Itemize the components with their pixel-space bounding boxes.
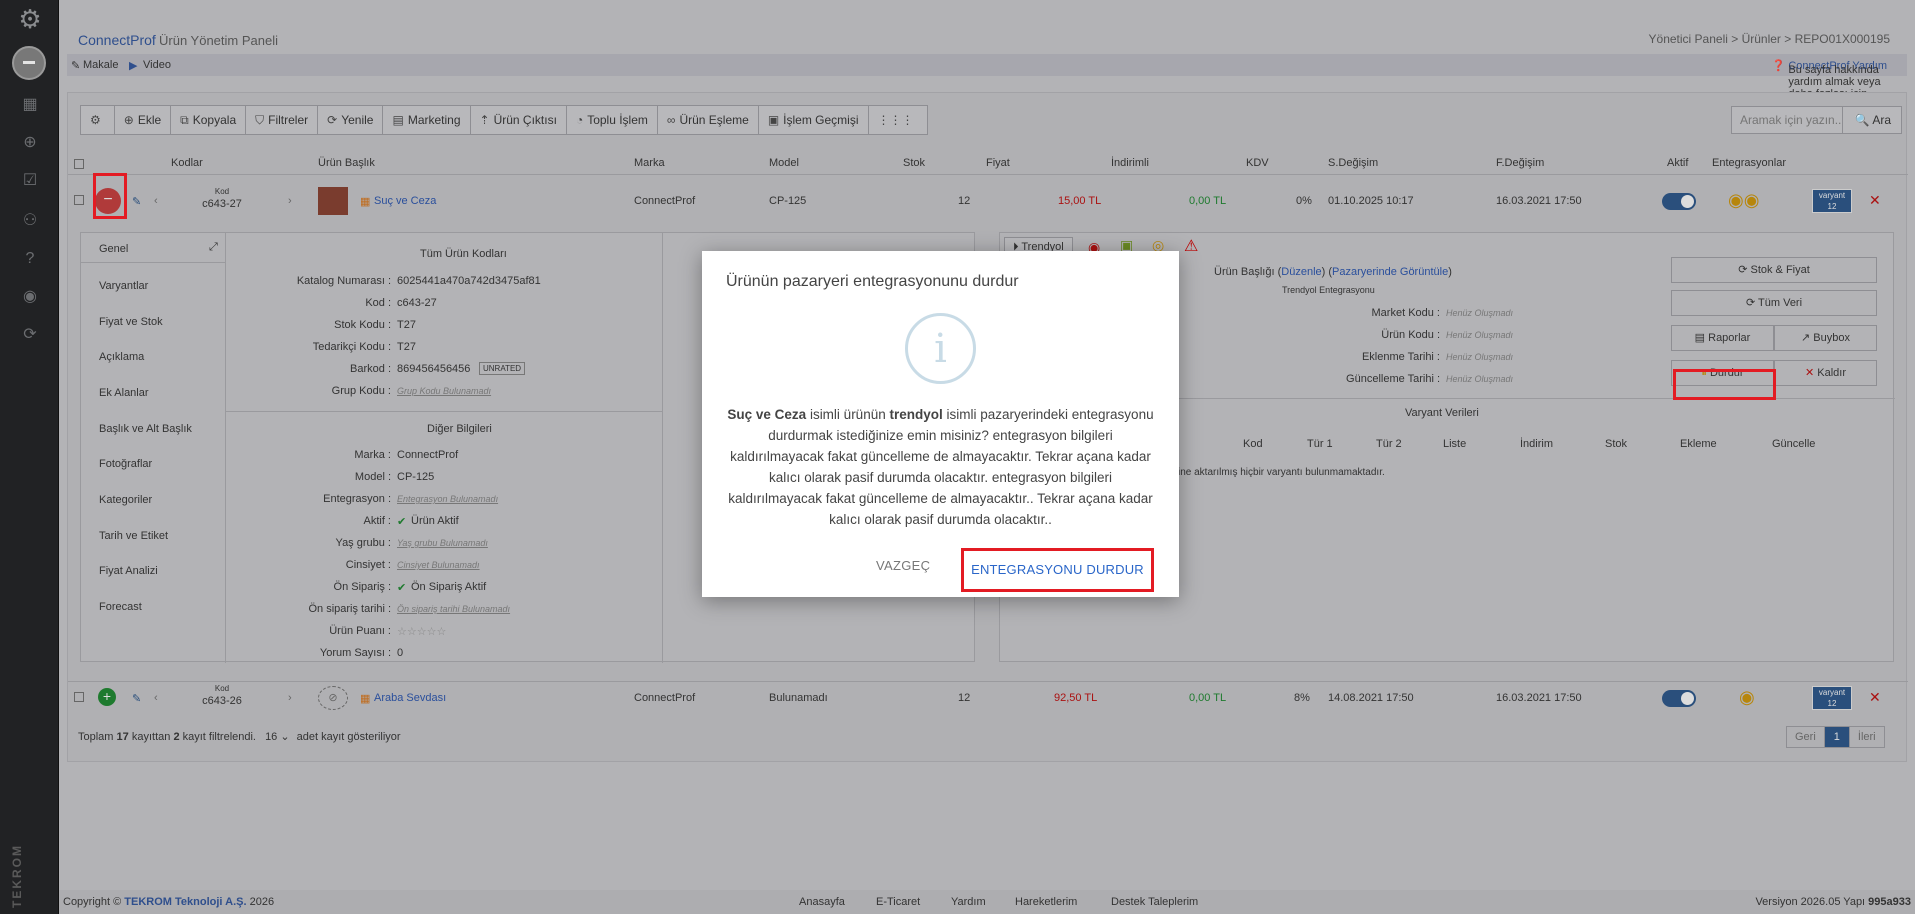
confirm-dialog: Ürünün pazaryeri entegrasyonunu durdur i… [702, 251, 1179, 597]
dialog-title: Ürünün pazaryeri entegrasyonunu durdur [726, 273, 1019, 290]
dialog-message: Suç ve Ceza isimli ürünün trendyol isiml… [727, 407, 1154, 527]
stop-integration-button[interactable]: ENTEGRASYONU DURDUR [961, 548, 1154, 592]
info-icon: i [905, 313, 976, 384]
cancel-button[interactable]: VAZGEÇ [876, 558, 930, 573]
